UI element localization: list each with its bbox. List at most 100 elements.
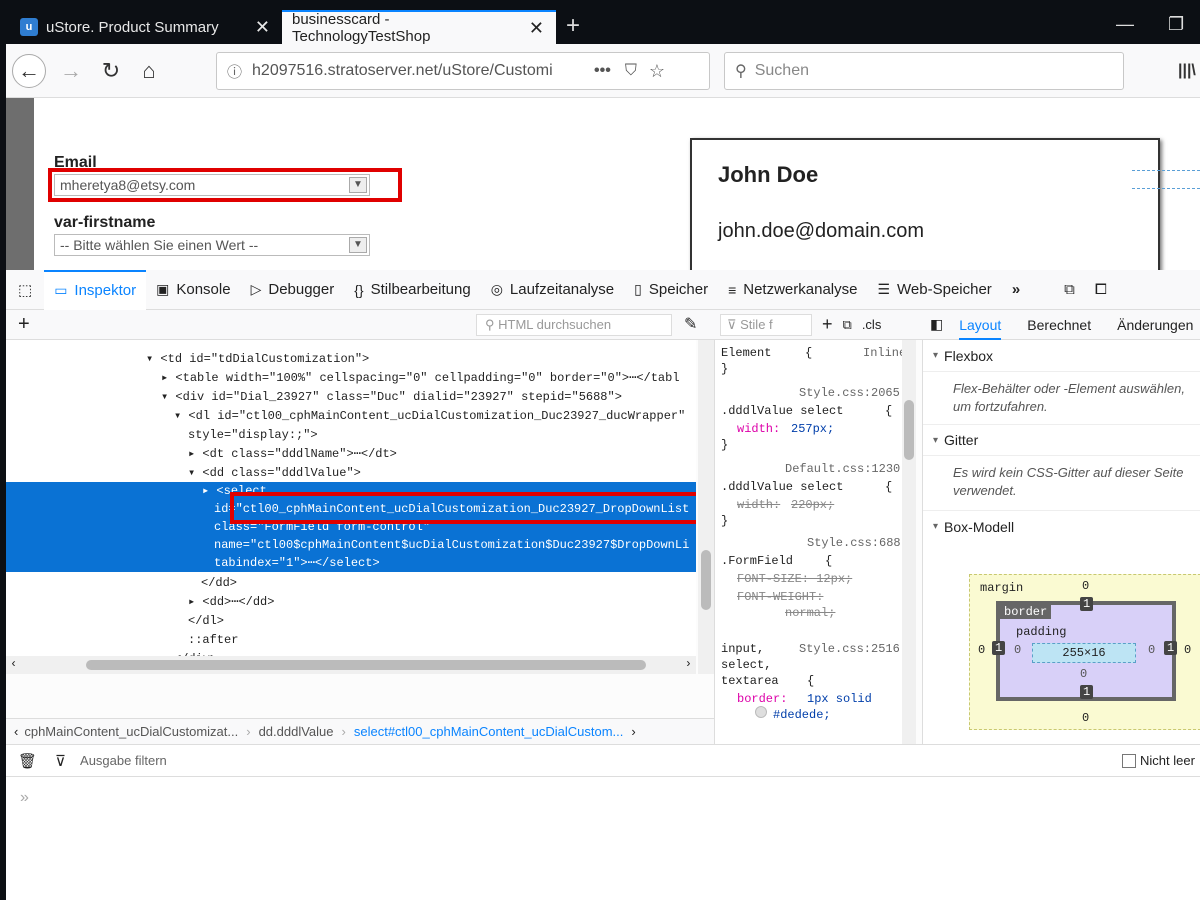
tab-ustore[interactable]: u uStore. Product Summary ✕ xyxy=(10,10,282,44)
search-input[interactable]: Suchen xyxy=(755,62,809,80)
tab-performance[interactable]: ◎ Laufzeitanalyse xyxy=(481,270,624,310)
filter-icon[interactable]: ⊽ xyxy=(55,752,66,770)
rule-source[interactable]: Style.css:688 xyxy=(807,536,901,550)
scrollbar-thumb[interactable] xyxy=(701,550,711,610)
search-bar[interactable]: ⚲ Suchen xyxy=(724,52,1124,90)
tab-layout[interactable]: Layout xyxy=(959,310,1002,340)
close-tab-icon[interactable]: ✕ xyxy=(529,18,544,39)
minimize-icon[interactable]: — xyxy=(1116,14,1134,35)
tab-network[interactable]: ≡ Netzwerkanalyse xyxy=(718,270,867,310)
tab-storage[interactable]: ☰ Web-Speicher xyxy=(867,270,1001,310)
box-model-border[interactable]: border 1 1 1 1 padding 0 0 0 255×16 xyxy=(992,597,1178,701)
rule-selector[interactable]: input, xyxy=(721,642,764,656)
color-swatch[interactable] xyxy=(755,706,767,718)
firstname-select[interactable]: -- Bitte wählen Sie einen Wert -- ▼ xyxy=(54,234,370,256)
tab-console[interactable]: ▣ Konsole xyxy=(146,270,240,310)
markup-line[interactable]: ▸ <dd>⋯</dd> xyxy=(188,593,274,611)
tab-computed[interactable]: Berechnet xyxy=(1027,317,1091,333)
markup-line[interactable]: ▸ <table width="100%" cellspacing="0" ce… xyxy=(161,369,680,387)
popout-icon[interactable]: ⧠ xyxy=(1085,270,1117,310)
styles-filter-input[interactable]: ⊽ Stile f xyxy=(720,313,812,336)
forward-button[interactable]: → xyxy=(54,54,88,88)
rule-property-overridden[interactable]: FONT-SIZE: 12px; xyxy=(737,572,852,586)
box-model-margin[interactable]: margin 0 0 0 0 border 1 1 1 1 padding 0 … xyxy=(969,574,1200,730)
page-actions-icon[interactable]: ••• xyxy=(594,62,611,80)
console-filter-input[interactable]: Ausgabe filtern xyxy=(80,753,167,768)
markup-line[interactable]: ::after xyxy=(188,631,238,649)
rule-property-overridden[interactable]: width: xyxy=(737,498,780,512)
rule-selector[interactable]: select, xyxy=(721,658,771,672)
pick-element-icon[interactable]: ⬚ xyxy=(6,270,44,310)
box-model-content-size[interactable]: 255×16 xyxy=(1032,643,1136,663)
library-icon[interactable]: |||\ xyxy=(1178,62,1196,80)
markup-line[interactable]: ▸ <dt class="dddlName">⋯</dt> xyxy=(188,445,397,463)
html-search-input[interactable]: ⚲ HTML durchsuchen xyxy=(476,314,672,336)
eyedropper-icon[interactable]: ✎ xyxy=(684,314,697,334)
tab-style-editor[interactable]: {} Stilbearbeitung xyxy=(344,270,480,310)
rule-value-overridden[interactable]: 220px; xyxy=(791,498,834,512)
vertical-scrollbar[interactable] xyxy=(698,340,714,674)
breadcrumb-item[interactable]: cphMainContent_ucDialCustomizat... xyxy=(24,724,238,739)
markup-line[interactable]: tabindex="1">⋯</select> xyxy=(214,554,380,572)
bookmark-star-icon[interactable]: ☆ xyxy=(649,61,665,82)
rule-selector[interactable]: .FormField xyxy=(721,554,793,568)
rule-source[interactable]: Style.css:2065 xyxy=(799,386,900,400)
rule-value-overridden[interactable]: normal; xyxy=(785,606,835,620)
rule-property[interactable]: border: xyxy=(737,692,787,706)
breadcrumb-item-active[interactable]: select#ctl00_cphMainContent_ucDialCustom… xyxy=(354,724,624,739)
rule-property-overridden[interactable]: FONT-WEIGHT: xyxy=(737,590,823,604)
tab-inspector[interactable]: ▭ Inspektor xyxy=(44,269,147,310)
reload-button[interactable]: ↻ xyxy=(94,54,128,88)
markup-line[interactable]: ▾ <div id="Dial_23927" class="Duc" diali… xyxy=(161,388,622,406)
scrollbar-thumb[interactable] xyxy=(904,400,914,460)
add-rule-icon[interactable]: + xyxy=(822,314,833,335)
scroll-left-icon[interactable]: ‹ xyxy=(10,657,17,671)
markup-line[interactable]: </dl> xyxy=(188,612,224,630)
chevron-down-icon[interactable]: ▼ xyxy=(349,237,367,253)
tab-memory[interactable]: ▯ Speicher xyxy=(624,270,718,310)
markup-line[interactable]: </dd> xyxy=(201,574,237,592)
horizontal-scrollbar[interactable]: ‹ › xyxy=(6,656,696,674)
rule-source[interactable]: Style.css:2516 xyxy=(799,642,900,656)
pocket-icon[interactable]: ⛉ xyxy=(625,62,637,80)
markup-line[interactable]: style="display:;"> xyxy=(188,426,318,444)
scroll-right-icon[interactable]: › xyxy=(685,657,692,671)
rule-selector[interactable]: textarea xyxy=(721,674,779,688)
rule-source[interactable]: Inline xyxy=(863,346,906,360)
home-button[interactable]: ⌂ xyxy=(132,54,166,88)
url-bar[interactable]: ⓘ h2097516.stratoserver.net/uStore/Custo… xyxy=(216,52,710,90)
rule-value[interactable]: #dedede; xyxy=(773,708,831,722)
tab-changes[interactable]: Änderungen xyxy=(1117,317,1193,333)
console-prompt-icon[interactable]: » xyxy=(20,789,29,807)
scrollbar-thumb[interactable] xyxy=(86,660,646,670)
cls-button[interactable]: .cls xyxy=(862,317,882,332)
markup-line[interactable]: ▾ <dl id="ctl00_cphMainContent_ucDialCus… xyxy=(174,407,685,425)
boxmodel-section-header[interactable]: ▾ Box-Modell xyxy=(923,510,1200,542)
rule-value[interactable]: 1px solid xyxy=(807,692,872,706)
rule-element-selector[interactable]: Element xyxy=(721,346,771,360)
breadcrumb-left-icon[interactable]: ‹ xyxy=(14,724,18,739)
rule-source[interactable]: Default.css:1230 xyxy=(785,462,900,476)
breadcrumb-item[interactable]: dd.dddlValue xyxy=(259,724,334,739)
tab-debugger[interactable]: ▷ Debugger xyxy=(241,270,345,310)
new-tab-button[interactable]: + xyxy=(566,12,580,40)
trash-icon[interactable]: 🗑 xyxy=(18,752,37,770)
dock-icon[interactable]: ⧉ xyxy=(1054,270,1085,310)
markup-line[interactable]: ▾ <td id="tdDialCustomization"> xyxy=(146,350,369,368)
persist-checkbox[interactable] xyxy=(1122,754,1136,768)
more-tabs-button[interactable]: » xyxy=(1002,270,1030,310)
close-tab-icon[interactable]: ✕ xyxy=(255,17,270,38)
tab-businesscard[interactable]: businesscard - TechnologyTestShop ✕ xyxy=(282,10,556,45)
grid-section-header[interactable]: ▾ Gitter xyxy=(923,424,1200,456)
rules-scrollbar[interactable] xyxy=(902,340,916,744)
flexbox-section-header[interactable]: ▾ Flexbox xyxy=(923,340,1200,372)
restore-window-icon[interactable]: ❐ xyxy=(1168,14,1184,35)
pseudo-class-icon[interactable]: ⧉ xyxy=(843,317,852,333)
url-text[interactable]: h2097516.stratoserver.net/uStore/Customi xyxy=(252,62,584,80)
markup-line[interactable]: name="ctl00$cphMainContent$ucDialCustomi… xyxy=(214,536,689,554)
markup-line[interactable]: ▾ <dd class="dddlValue"> xyxy=(188,464,361,482)
rule-value[interactable]: 257px; xyxy=(791,422,834,436)
back-button[interactable]: ← xyxy=(12,54,46,88)
toggle-sidebar-icon[interactable]: ◧ xyxy=(930,316,943,333)
rule-selector[interactable]: .dddlValue select xyxy=(721,480,843,494)
